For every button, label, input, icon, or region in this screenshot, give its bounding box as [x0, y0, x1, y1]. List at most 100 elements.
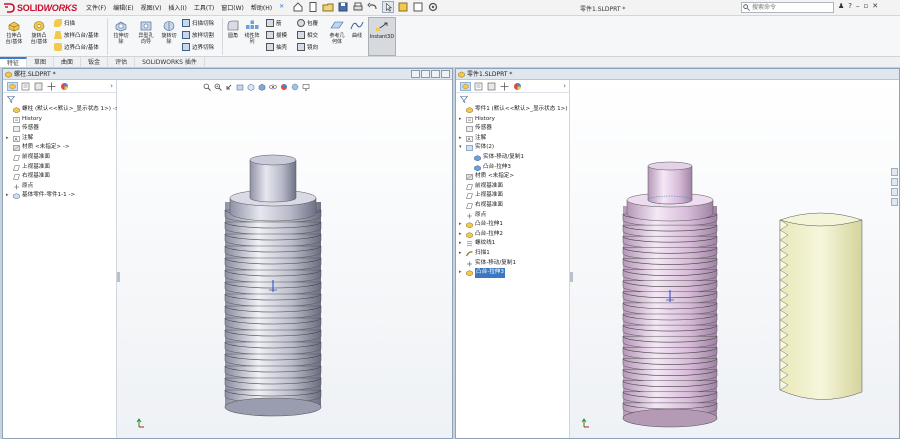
user-icon[interactable]: ♟: [838, 2, 844, 10]
open-folder-icon[interactable]: [322, 1, 334, 13]
expand-arrow-icon[interactable]: ▸: [6, 134, 9, 144]
expand-arrow-icon[interactable]: ▸: [459, 230, 462, 240]
help-icon[interactable]: ?: [848, 2, 852, 10]
select-cursor-icon[interactable]: [382, 1, 394, 13]
property-manager-tab-icon[interactable]: [20, 82, 31, 91]
tree-node[interactable]: ▸ 凸台-拉伸3: [458, 268, 569, 278]
tree-node[interactable]: 材质 <未指定>: [458, 172, 569, 182]
rebuild-icon[interactable]: [397, 1, 409, 13]
search-input[interactable]: 搜索命令: [741, 2, 834, 13]
mirror-button[interactable]: 镜向: [297, 43, 318, 51]
tree-node[interactable]: ▸ A 注解: [458, 134, 569, 144]
tree-node[interactable]: 凸台-拉伸3: [458, 163, 569, 173]
tab-sheet-metal[interactable]: 钣金: [81, 57, 109, 67]
tree-node[interactable]: 前视基准面: [5, 153, 116, 163]
revolved-boss-button[interactable]: 旋转凸 台/基体: [28, 19, 50, 45]
tree-node[interactable]: 右视基准面: [458, 201, 569, 211]
dimxpert-tab-icon[interactable]: [46, 82, 57, 91]
right-graphics-area[interactable]: [570, 80, 899, 438]
solidworks-logo[interactable]: SOLIDWORKS: [3, 1, 77, 15]
curves-button[interactable]: 曲线: [349, 19, 365, 39]
configuration-manager-tab-icon[interactable]: [33, 82, 44, 91]
expand-arrow-icon[interactable]: ▸: [459, 239, 462, 249]
tree-node[interactable]: 螺柱 (默认<<默认>_显示状态 1>) ->: [5, 105, 119, 115]
tree-node[interactable]: 原点: [5, 182, 116, 192]
stud-threads[interactable]: [224, 202, 322, 417]
hole-wizard-button[interactable]: 异型孔 向导: [135, 19, 157, 45]
task-pane-library-tab[interactable]: [891, 178, 898, 186]
chevron-right-icon[interactable]: ›: [110, 82, 113, 90]
menu-tools[interactable]: 工具(T): [194, 3, 214, 12]
pin-icon[interactable]: ✕: [279, 3, 284, 12]
threaded-body[interactable]: [622, 206, 718, 428]
tree-node[interactable]: History: [5, 115, 116, 125]
undo-icon[interactable]: [367, 1, 379, 13]
fillet-button[interactable]: 圆角: [225, 19, 241, 39]
tree-node[interactable]: 上视基准面: [458, 191, 569, 201]
loft-boss-button[interactable]: 放样凸台/基体: [54, 31, 99, 39]
expand-arrow-icon[interactable]: ▸: [459, 220, 462, 230]
filter-icon[interactable]: [460, 96, 468, 103]
expand-arrow-icon[interactable]: ▸: [459, 249, 462, 259]
tab-surfaces[interactable]: 曲面: [54, 57, 82, 67]
left-graphics-area[interactable]: [117, 80, 452, 438]
wrap-button[interactable]: 包覆: [297, 19, 318, 27]
chevron-right-icon[interactable]: ›: [563, 82, 566, 90]
display-manager-tab-icon[interactable]: [512, 82, 523, 91]
task-pane-resources-tab[interactable]: [891, 168, 898, 176]
tree-node[interactable]: ▸ 螺纹线1: [458, 239, 569, 249]
print-icon[interactable]: [352, 1, 364, 13]
configuration-manager-tab-icon[interactable]: [486, 82, 497, 91]
tree-node[interactable]: ▸ 扫描1: [458, 249, 569, 259]
tab-evaluate[interactable]: 评估: [108, 57, 136, 67]
left-window-titlebar[interactable]: 螺柱.SLDPRT *: [3, 69, 452, 80]
swept-cut-button[interactable]: 扫描切除: [182, 19, 214, 27]
tree-node[interactable]: ▸ 凸台-拉伸2: [458, 230, 569, 240]
extruded-cut-button[interactable]: 拉伸切 除: [110, 19, 132, 45]
extruded-boss-button[interactable]: 拉伸凸 台/基体: [3, 19, 25, 45]
expand-arrow-icon[interactable]: ▸: [459, 268, 462, 278]
reference-geometry-button[interactable]: 参考几 何体: [327, 19, 347, 45]
tree-node[interactable]: 传感器: [5, 124, 116, 134]
task-pane-palette-tab[interactable]: [891, 198, 898, 206]
filter-icon[interactable]: [7, 96, 15, 103]
tree-node[interactable]: ▸ 基体零件-零件1-1 ->: [5, 191, 116, 201]
options-gear-icon[interactable]: [427, 1, 439, 13]
revolved-cut-button[interactable]: 旋转切 除: [159, 19, 179, 45]
sweep-boss-button[interactable]: 扫描: [54, 19, 75, 27]
stud-shank[interactable]: [229, 154, 317, 222]
tree-node[interactable]: 前视基准面: [458, 182, 569, 192]
feature-manager-tab-icon[interactable]: [7, 82, 18, 91]
tab-sketch[interactable]: 草图: [27, 57, 55, 67]
new-document-icon[interactable]: [307, 1, 319, 13]
expand-arrow-icon[interactable]: ▸: [459, 115, 462, 125]
tree-node[interactable]: 传感器: [458, 124, 569, 134]
shell-button[interactable]: 抽壳: [266, 43, 287, 51]
tree-node[interactable]: 材质 <未指定> ->: [5, 143, 116, 153]
menu-insert[interactable]: 插入(I): [168, 3, 186, 12]
boundary-boss-button[interactable]: 边界凸台/基体: [54, 43, 99, 51]
tree-node[interactable]: 实体-移动/复制1: [458, 153, 569, 163]
minimize-app-button[interactable]: –: [856, 2, 860, 10]
expand-arrow-icon[interactable]: ▾: [459, 143, 462, 153]
tree-node[interactable]: 零件1 (默认<<默认>_显示状态 1>): [458, 105, 569, 115]
expand-arrow-icon[interactable]: ▸: [459, 134, 462, 144]
restore-app-button[interactable]: ▫: [864, 2, 869, 10]
linear-pattern-button[interactable]: 线性阵 列: [243, 19, 261, 45]
file-properties-icon[interactable]: [412, 1, 424, 13]
tree-node[interactable]: ▾ 实体(2): [458, 143, 569, 153]
thread-cut-body[interactable]: [779, 212, 863, 400]
tab-features[interactable]: 特征: [0, 57, 28, 67]
menu-edit[interactable]: 编辑(E): [113, 3, 133, 12]
property-manager-tab-icon[interactable]: [473, 82, 484, 91]
left-window-maximize-button[interactable]: [431, 70, 440, 78]
lofted-cut-button[interactable]: 放样切割: [182, 31, 214, 39]
tree-node[interactable]: 右视基准面: [5, 172, 116, 182]
tree-node[interactable]: 原点: [458, 211, 569, 221]
tree-node[interactable]: ▸ A 注解: [5, 134, 116, 144]
intersect-button[interactable]: 相交: [297, 31, 318, 39]
left-window-close-button[interactable]: [441, 70, 450, 78]
menu-window[interactable]: 窗口(W): [221, 3, 244, 12]
home-icon[interactable]: [292, 1, 304, 13]
save-icon[interactable]: [337, 1, 349, 13]
